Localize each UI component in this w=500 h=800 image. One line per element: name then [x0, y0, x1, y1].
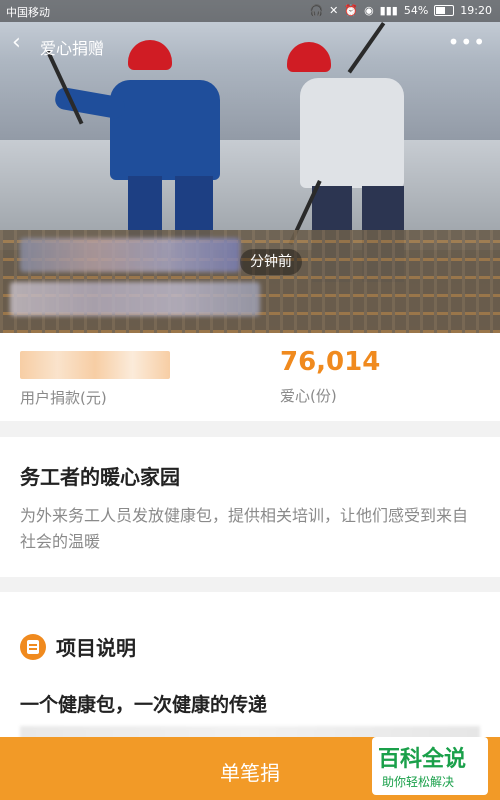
page-title: 爱心捐赠 — [40, 39, 105, 58]
watermark-logo: 百科全说 助你轻松解决 — [372, 737, 488, 795]
headphones-icon: 🎧 — [309, 4, 324, 17]
status-bar: 中国移动 🎧 ✕ ⏰ ◉ ▮▮▮ 54% 19:20 — [0, 0, 500, 22]
donor-name-blurred — [20, 238, 240, 272]
watermark-main-text: 百科全说 — [378, 747, 467, 772]
time-ago-pill: 分钟前 — [240, 249, 302, 275]
battery-icon — [434, 5, 455, 16]
section-title: 项目说明 — [56, 636, 136, 660]
donate-button[interactable]: 单笔捐 百科全说 助你轻松解决 — [0, 737, 500, 800]
section-subheading: 一个健康包，一次健康的传递 — [20, 694, 268, 716]
signal-icon: ▮▮▮ — [379, 4, 398, 17]
user-donation-label: 用户捐款(元) — [20, 389, 107, 407]
love-count-stat: 76,014 爱心(份) — [280, 347, 380, 406]
donor-message-blurred — [10, 282, 260, 316]
more-options-icon[interactable]: ••• — [448, 30, 486, 54]
project-card: 务工者的暖心家园 为外来务工人员发放健康包，提供相关培训，让他们感受到来自社会的… — [0, 437, 500, 577]
user-donation-amount-blurred — [20, 351, 170, 379]
section-header: 项目说明 — [20, 632, 136, 661]
worker-left-torso — [110, 80, 220, 180]
mute-icon: ✕ — [329, 4, 339, 17]
watermark-sub-text: 助你轻松解决 — [382, 775, 455, 789]
project-title: 务工者的暖心家园 — [20, 465, 180, 489]
project-description: 为外来务工人员发放健康包，提供相关培训，让他们感受到来自社会的温暖 — [20, 506, 469, 551]
clock-time: 19:20 — [460, 4, 492, 17]
document-icon — [20, 633, 46, 660]
status-icons: 🎧 ✕ ⏰ ◉ ▮▮▮ 54% 19:20 — [309, 4, 492, 17]
love-count-value: 76,014 — [280, 347, 381, 377]
alarm-icon: ⏰ — [344, 4, 359, 17]
battery-percent: 54% — [403, 4, 429, 17]
nav-bar: ‹ 爱心捐赠 ••• — [0, 26, 500, 66]
eye-icon: ◉ — [364, 4, 374, 17]
donation-stats: 用户捐款(元) 76,014 爱心(份) — [0, 333, 500, 421]
worker-right-torso — [300, 78, 404, 188]
user-donation-stat: 用户捐款(元) — [20, 351, 170, 408]
love-count-label: 爱心(份) — [280, 387, 337, 405]
carrier-name: 中国移动 — [6, 6, 50, 19]
hero-image: 分钟前 中国移动 🎧 ✕ ⏰ ◉ ▮▮▮ 54% 19:20 ‹ 爱心捐赠 ••… — [0, 0, 500, 333]
back-chevron-icon[interactable]: ‹ — [12, 30, 21, 55]
